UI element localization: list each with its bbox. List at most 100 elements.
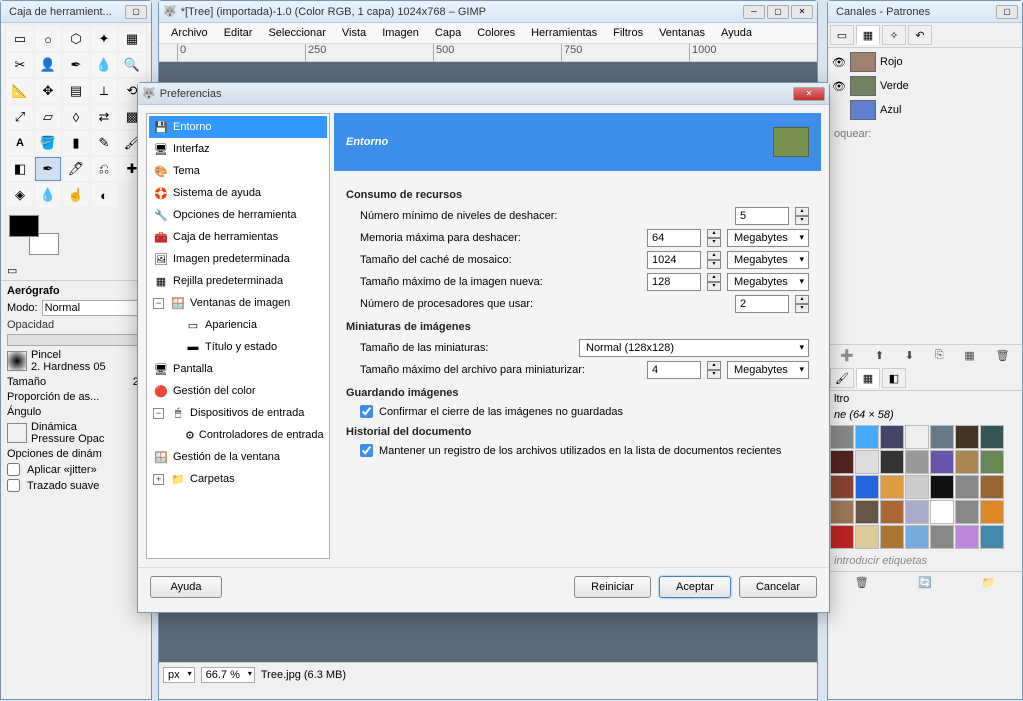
menu-capa[interactable]: Capa <box>429 25 467 41</box>
scissors-tool[interactable]: ✂ <box>7 53 33 77</box>
clone-tool[interactable]: ⎌ <box>91 157 117 181</box>
spin-buttons[interactable]: ▴▾ <box>707 251 721 269</box>
shear-tool[interactable]: ▱ <box>35 105 61 129</box>
spin-buttons[interactable]: ▴▾ <box>707 273 721 291</box>
tree-dispositivos[interactable]: −🖱Dispositivos de entrada <box>149 402 327 424</box>
brush-preview[interactable] <box>7 351 27 371</box>
pattern-cell[interactable] <box>855 450 879 474</box>
tree-interfaz[interactable]: 🖥Interfaz <box>149 138 327 160</box>
color-picker-tool[interactable]: 💧 <box>91 53 117 77</box>
maximize-button[interactable]: ▢ <box>767 5 789 19</box>
close-button[interactable]: ✕ <box>791 5 813 19</box>
menu-archivo[interactable]: Archivo <box>165 25 214 41</box>
tree-ventanas-imagen[interactable]: −🪟Ventanas de imagen <box>149 292 327 314</box>
spin-buttons[interactable]: ▴▾ <box>707 361 721 379</box>
menu-colores[interactable]: Colores <box>471 25 521 41</box>
expand-icon[interactable]: + <box>153 474 164 485</box>
menu-ayuda[interactable]: Ayuda <box>715 25 758 41</box>
pattern-cell[interactable] <box>930 525 954 549</box>
combo-thumb-unit[interactable]: Megabytes <box>727 361 809 379</box>
open-pattern-icon[interactable]: 📁 <box>982 576 996 589</box>
pattern-cell[interactable] <box>905 475 929 499</box>
refresh-icon[interactable]: 🔄 <box>918 576 932 589</box>
tree-tema[interactable]: 🎨Tema <box>149 160 327 182</box>
input-max-new[interactable] <box>647 273 701 291</box>
zoom-combo[interactable]: 66.7 % <box>201 667 255 683</box>
jitter-check[interactable] <box>7 463 20 476</box>
dynamics-preview[interactable] <box>7 423 27 443</box>
visibility-icon[interactable]: 👁 <box>832 80 846 93</box>
toolbox-titlebar[interactable]: Caja de herramient... ▢ <box>1 1 151 23</box>
mode-combo[interactable] <box>42 300 145 316</box>
combo-cache-unit[interactable]: Megabytes <box>727 251 809 269</box>
spin-buttons[interactable]: ▴▾ <box>707 229 721 247</box>
pencil-tool[interactable]: ✎ <box>91 131 117 155</box>
channels-tab[interactable]: ▦ <box>856 25 880 45</box>
pattern-cell[interactable] <box>830 425 854 449</box>
accept-button[interactable]: Aceptar <box>659 576 731 598</box>
duplicate-icon[interactable]: ⎘ <box>935 349 944 362</box>
pattern-cell[interactable] <box>955 525 979 549</box>
dock-menu-icon[interactable]: ▢ <box>996 5 1018 19</box>
opacity-slider[interactable] <box>7 334 145 346</box>
check-mantener[interactable] <box>360 444 373 457</box>
tree-caja-herr[interactable]: 🧰Caja de herramientas <box>149 226 327 248</box>
pattern-cell[interactable] <box>905 450 929 474</box>
menu-editar[interactable]: Editar <box>218 25 259 41</box>
new-channel-icon[interactable]: ➕ <box>840 349 854 362</box>
pattern-cell[interactable] <box>880 425 904 449</box>
fuzzy-select-tool[interactable]: ✦ <box>91 27 117 51</box>
close-button[interactable]: ✕ <box>793 87 825 101</box>
scale-tool[interactable]: ⤢ <box>7 105 33 129</box>
menu-ventanas[interactable]: Ventanas <box>653 25 711 41</box>
gradients-tab[interactable]: ◧ <box>882 368 906 388</box>
smudge-tool[interactable]: ☝ <box>63 183 89 207</box>
raise-icon[interactable]: ⬆ <box>875 349 884 362</box>
text-tool[interactable]: A <box>7 131 33 155</box>
menu-herramientas[interactable]: Herramientas <box>525 25 603 41</box>
pattern-cell[interactable] <box>980 450 1004 474</box>
pattern-cell[interactable] <box>855 475 879 499</box>
fg-bg-color[interactable] <box>9 215 59 255</box>
move-tool[interactable]: ✥ <box>35 79 61 103</box>
airbrush-tool[interactable]: ✒ <box>35 157 61 181</box>
pattern-cell[interactable] <box>930 500 954 524</box>
pattern-cell[interactable] <box>980 425 1004 449</box>
patterns-tab[interactable]: ▦ <box>856 368 880 388</box>
input-tile-cache[interactable] <box>647 251 701 269</box>
channel-row-green[interactable]: 👁 Verde <box>830 74 1020 98</box>
channel-row-blue[interactable]: Azul <box>830 98 1020 122</box>
cancel-button[interactable]: Cancelar <box>739 576 817 598</box>
delete-pattern-icon[interactable]: 🗑 <box>855 576 869 589</box>
pattern-cell[interactable] <box>830 500 854 524</box>
dyn-options[interactable]: Opciones de dinám <box>7 448 102 460</box>
tree-opciones-herr[interactable]: 🔧Opciones de herramienta <box>149 204 327 226</box>
tags-input[interactable]: introducir etiquetas <box>828 551 1022 571</box>
paths-tab[interactable]: ✧ <box>882 25 906 45</box>
blur-tool[interactable]: 💧 <box>35 183 61 207</box>
tool-options-tab[interactable]: ▭ <box>1 261 23 280</box>
tree-carpetas[interactable]: +📁Carpetas <box>149 468 327 490</box>
tree-controladores[interactable]: ⚙Controladores de entrada <box>149 424 327 446</box>
pattern-cell[interactable] <box>905 425 929 449</box>
pattern-cell[interactable] <box>855 425 879 449</box>
fg-color-swatch[interactable] <box>9 215 39 237</box>
pattern-cell[interactable] <box>855 500 879 524</box>
smooth-check[interactable] <box>7 479 20 492</box>
check-confirmar[interactable] <box>360 405 373 418</box>
menu-seleccionar[interactable]: Seleccionar <box>262 25 331 41</box>
pattern-cell[interactable] <box>955 475 979 499</box>
tree-pantalla[interactable]: 🖥Pantalla <box>149 358 327 380</box>
tree-rejilla-pred[interactable]: ▦Rejilla predeterminada <box>149 270 327 292</box>
ink-tool[interactable]: 🖊 <box>63 157 89 181</box>
channel-row-red[interactable]: 👁 Rojo <box>830 50 1020 74</box>
minimize-icon[interactable]: ▢ <box>125 5 147 19</box>
tree-apariencia[interactable]: ▭Apariencia <box>149 314 327 336</box>
pattern-cell[interactable] <box>980 525 1004 549</box>
input-proc[interactable] <box>735 295 789 313</box>
flip-tool[interactable]: ⇄ <box>91 105 117 129</box>
pattern-cell[interactable] <box>930 425 954 449</box>
combo-mem-unit[interactable]: Megabytes <box>727 229 809 247</box>
pattern-cell[interactable] <box>955 450 979 474</box>
to-selection-icon[interactable]: ▦ <box>964 349 974 362</box>
